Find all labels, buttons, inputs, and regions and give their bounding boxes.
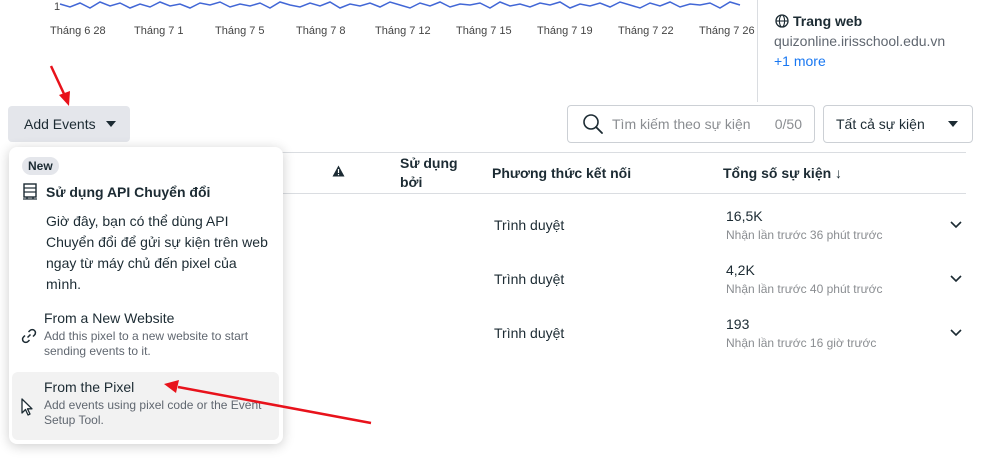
search-icon — [583, 114, 603, 134]
column-total-events[interactable]: Tổng số sự kiện ↓ — [723, 165, 842, 181]
filter-value: Tất cả sự kiện — [836, 116, 925, 132]
caret-down-icon — [948, 121, 958, 127]
new-badge: New — [22, 157, 59, 175]
x-axis-tick: Tháng 7 5 — [215, 25, 265, 37]
conversions-api-title: Sử dụng API Chuyển đổi — [46, 183, 211, 200]
add-events-dropdown: New Sử dụng API Chuyển đổi Giờ đây, bạn … — [9, 147, 283, 444]
from-the-pixel-option[interactable]: From the Pixel Add events using pixel co… — [12, 372, 279, 440]
chevron-down-icon[interactable] — [950, 221, 962, 229]
x-axis-tick: Tháng 7 22 — [618, 25, 674, 37]
search-placeholder: Tìm kiếm theo sự kiện — [612, 116, 751, 132]
event-search-input[interactable]: Tìm kiếm theo sự kiện 0/50 — [567, 105, 815, 143]
last-received-cell: Nhận lần trước 36 phút trước — [726, 228, 883, 242]
search-character-count: 0/50 — [774, 116, 802, 132]
column-used-by[interactable]: Sử dụng bởi — [400, 154, 460, 192]
arrow-head-icon — [59, 91, 70, 106]
events-chart — [40, 0, 760, 45]
conversions-api-option[interactable]: Sử dụng API Chuyển đổi — [22, 183, 210, 200]
total-events-cell: 4,2K — [726, 262, 755, 278]
cursor-icon — [21, 398, 33, 416]
x-axis-tick: Tháng 7 19 — [537, 25, 593, 37]
website-label: Trang web — [793, 13, 863, 29]
caret-down-icon — [105, 121, 116, 127]
globe-icon — [775, 14, 789, 28]
column-connection-method[interactable]: Phương thức kết nối — [492, 165, 631, 181]
from-new-website-description: Add this pixel to a new website to start… — [44, 329, 249, 358]
server-icon — [23, 183, 37, 200]
total-events-cell: 193 — [726, 316, 750, 332]
warning-icon — [332, 165, 345, 177]
pixel-details-panel: Trang web quizonline.irisschool.edu.vn +… — [757, 0, 986, 102]
from-new-website-title: From a New Website — [44, 310, 175, 326]
chevron-down-icon[interactable] — [950, 275, 962, 283]
table-row[interactable]: Trình duyệt 16,5K Nhận lần trước 36 phút… — [260, 201, 966, 255]
website-url: quizonline.irisschool.edu.vn — [774, 33, 946, 49]
x-axis-tick: Tháng 7 1 — [134, 25, 184, 37]
connection-method-cell: Trình duyệt — [494, 217, 565, 233]
events-table-header: Sử dụng bởi Phương thức kết nối Tổng số … — [260, 152, 966, 194]
x-axis-tick: Tháng 7 12 — [375, 25, 431, 37]
connection-method-cell: Trình duyệt — [494, 271, 565, 287]
x-axis-tick: Tháng 6 28 — [50, 25, 106, 37]
x-axis-tick: Tháng 7 26 — [699, 25, 755, 37]
website-heading: Trang web — [775, 13, 862, 29]
x-axis-tick: Tháng 7 8 — [296, 25, 346, 37]
events-line-series — [59, 1, 741, 9]
chevron-down-icon[interactable] — [950, 329, 962, 337]
connection-method-cell: Trình duyệt — [494, 325, 565, 341]
y-axis-tick: 1 — [54, 1, 61, 13]
event-filter-select[interactable]: Tất cả sự kiện — [823, 105, 973, 143]
x-axis-tick: Tháng 7 15 — [456, 25, 512, 37]
conversions-api-description: Giờ đây, bạn có thể dùng API Chuyển đổi … — [46, 213, 268, 292]
more-websites-link[interactable]: +1 more — [774, 53, 826, 69]
from-new-website-option[interactable]: From a New Website Add this pixel to a n… — [12, 303, 279, 371]
arrow-to-add-events — [49, 65, 67, 97]
total-events-cell: 16,5K — [726, 208, 763, 224]
table-row[interactable]: Trình duyệt 193 Nhận lần trước 16 giờ tr… — [260, 309, 966, 363]
from-the-pixel-title: From the Pixel — [44, 379, 135, 395]
from-the-pixel-description: Add events using pixel code or the Event… — [44, 398, 262, 427]
add-events-label: Add Events — [24, 116, 96, 132]
last-received-cell: Nhận lần trước 16 giờ trước — [726, 336, 877, 350]
link-icon — [21, 328, 37, 344]
table-row[interactable]: Trình duyệt 4,2K Nhận lần trước 40 phút … — [260, 255, 966, 309]
last-received-cell: Nhận lần trước 40 phút trước — [726, 282, 883, 296]
add-events-button[interactable]: Add Events — [8, 106, 130, 142]
